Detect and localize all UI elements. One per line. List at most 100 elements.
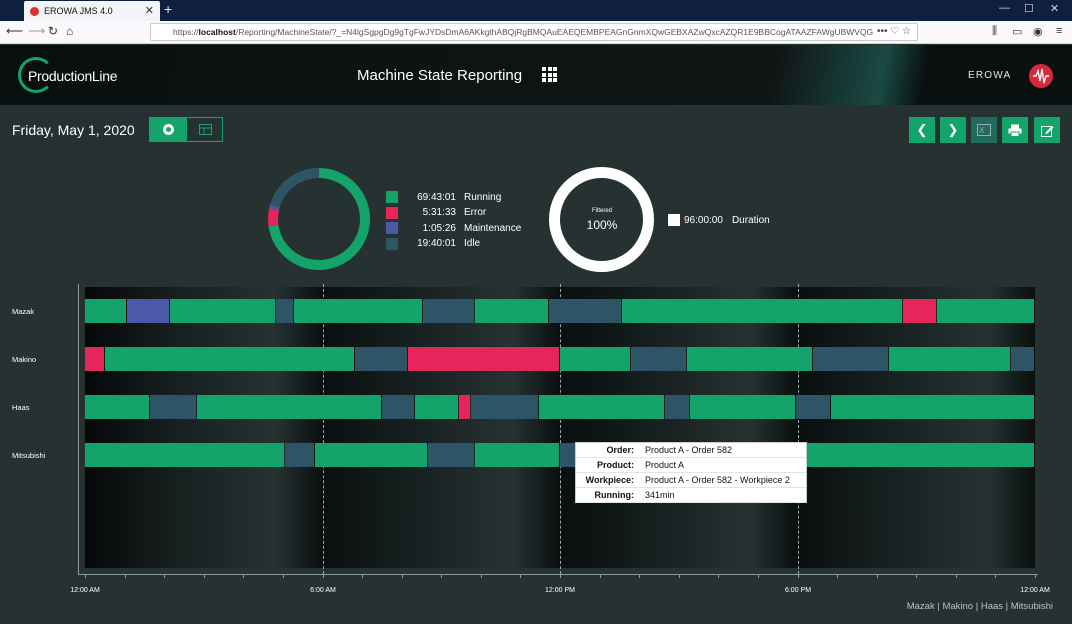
library-icon[interactable]: ⫼ — [992, 25, 997, 38]
reload-icon[interactable]: ↻ — [48, 24, 58, 38]
tooltip-key: Order: — [606, 445, 634, 455]
chevron-right-icon: ❯ — [947, 122, 959, 137]
timeline-segment-running[interactable] — [689, 395, 795, 419]
duration-swatch — [668, 214, 680, 226]
new-tab-button[interactable]: + — [164, 1, 172, 17]
close-tab-icon[interactable]: ✕ — [145, 4, 154, 17]
x-tick — [956, 574, 957, 578]
x-tick — [877, 574, 878, 578]
timeline-segment-idle[interactable] — [813, 347, 888, 371]
timeline-segment-idle[interactable] — [423, 299, 474, 323]
timeline-segment-running[interactable] — [888, 347, 1011, 371]
tooltip-row: Running: 341min — [576, 488, 806, 503]
timeline-segment-error[interactable] — [459, 395, 470, 419]
sidebar-icon[interactable]: ▭ — [1012, 25, 1022, 38]
timeline-segment-idle[interactable] — [150, 395, 196, 419]
next-day-button[interactable]: ❯ — [940, 117, 966, 143]
x-tick-label: 12:00 AM — [70, 587, 100, 594]
x-tick-label: 6:00 PM — [784, 587, 812, 594]
legend-value: 69:43:01 — [417, 191, 456, 203]
x-tick-label: 12:00 AM — [1020, 587, 1050, 594]
donut-view-button[interactable] — [150, 118, 187, 141]
timeline-segment-idle[interactable] — [284, 443, 314, 467]
timeline-segment-running[interactable] — [474, 299, 549, 323]
table-icon — [198, 124, 212, 135]
timeline-segment-idle[interactable] — [631, 347, 686, 371]
x-tick — [402, 574, 403, 578]
excel-icon: X — [977, 124, 991, 136]
tooltip-value: Product A — [645, 460, 685, 470]
timeline-segment-error[interactable] — [85, 347, 104, 371]
tooltip-key: Running: — [594, 490, 635, 500]
x-tick — [85, 574, 86, 578]
timeline-segment-running[interactable] — [85, 395, 150, 419]
timeline-segment-idle[interactable] — [276, 299, 293, 323]
minimize-icon[interactable]: — — [999, 2, 1010, 14]
legend-swatch — [386, 222, 398, 234]
timeline-segment-running[interactable] — [104, 347, 354, 371]
tooltip-row: Workpiece: Product A - Order 582 - Workpi… — [576, 473, 806, 488]
legend-item-idle: 19:40:01 Idle — [386, 237, 480, 251]
x-tick — [323, 574, 324, 578]
timeline-segment-idle[interactable] — [795, 395, 831, 419]
app-grid-icon[interactable] — [542, 67, 557, 82]
timeline-segment-error[interactable] — [903, 299, 937, 323]
timeline-segment-running[interactable] — [686, 347, 813, 371]
app-header — [0, 45, 1072, 105]
machine-filter-summary: Mazak | Makino | Haas | Mitsubishi — [906, 601, 1053, 612]
address-bar[interactable]: https://localhost/Reporting/MachineState… — [150, 23, 918, 41]
donut-icon — [163, 124, 174, 135]
menu-icon[interactable]: ≡ — [1056, 25, 1062, 37]
timeline-segment-running[interactable] — [831, 395, 1034, 419]
legend-value: 5:31:33 — [422, 207, 456, 218]
page-actions-icon[interactable]: ••• ♡ ☆ — [872, 26, 911, 37]
timeline-segment-running[interactable] — [314, 443, 428, 467]
timeline-segment-running[interactable] — [560, 347, 631, 371]
legend-item-error: 5:31:33 Error — [386, 206, 486, 220]
timeline-segment-running[interactable] — [474, 443, 559, 467]
table-view-button[interactable] — [187, 118, 223, 141]
timeline-segment-idle[interactable] — [381, 395, 414, 419]
timeline-segment-idle[interactable] — [549, 299, 622, 323]
timeline-segment-running[interactable] — [539, 395, 664, 419]
forward-icon[interactable]: ⟶ — [28, 24, 45, 38]
timeline-segment-running[interactable] — [170, 299, 276, 323]
timeline-segment-running[interactable] — [294, 299, 423, 323]
previous-day-button[interactable]: ❮ — [909, 117, 935, 143]
browser-tab[interactable]: EROWA JMS 4.0 ✕ — [24, 1, 160, 21]
erowa-brand: EROWA — [968, 70, 1012, 81]
duration-legend: 96:00:00 Duration — [668, 213, 770, 227]
tooltip-key: Product: — [597, 460, 634, 470]
timeline-segment-idle[interactable] — [428, 443, 474, 467]
timeline-segment-running[interactable] — [196, 395, 381, 419]
erowa-favicon-icon — [30, 6, 39, 16]
account-icon[interactable]: ◉ — [1033, 25, 1043, 38]
back-icon[interactable]: ⟵ — [6, 24, 23, 38]
x-tick — [441, 574, 442, 578]
x-tick — [125, 574, 126, 578]
home-icon[interactable]: ⌂ — [66, 24, 73, 38]
timeline-segment-idle[interactable] — [1011, 347, 1034, 371]
close-window-icon[interactable]: ✕ — [1050, 2, 1059, 15]
export-excel-button[interactable]: X — [971, 117, 997, 143]
timeline-segment-running[interactable] — [85, 443, 284, 467]
timeline-segment-running[interactable] — [414, 395, 459, 419]
tooltip-value: Product A - Order 582 - Workpiece 2 — [645, 475, 790, 485]
maximize-icon[interactable]: ☐ — [1024, 2, 1034, 15]
timeline-segment-running[interactable] — [937, 299, 1034, 323]
timeline-segment-running[interactable] — [622, 299, 903, 323]
print-button[interactable] — [1002, 117, 1028, 143]
timeline-segment-error[interactable] — [407, 347, 559, 371]
gridline — [323, 284, 324, 574]
edit-button[interactable] — [1034, 117, 1060, 143]
timeline-segment-maintenance[interactable] — [126, 299, 170, 323]
legend-swatch — [386, 191, 398, 203]
machine-label-haas: Haas — [12, 403, 30, 412]
timeline-segment-running[interactable] — [85, 299, 126, 323]
timeline-segment-idle[interactable] — [354, 347, 407, 371]
timeline-segment-idle[interactable] — [664, 395, 689, 419]
url-text: https://localhost/Reporting/MachineState… — [173, 27, 891, 37]
tooltip-value: 341min — [645, 490, 675, 500]
timeline-segment-idle[interactable] — [470, 395, 539, 419]
timeline-segment-idle[interactable] — [560, 443, 575, 467]
